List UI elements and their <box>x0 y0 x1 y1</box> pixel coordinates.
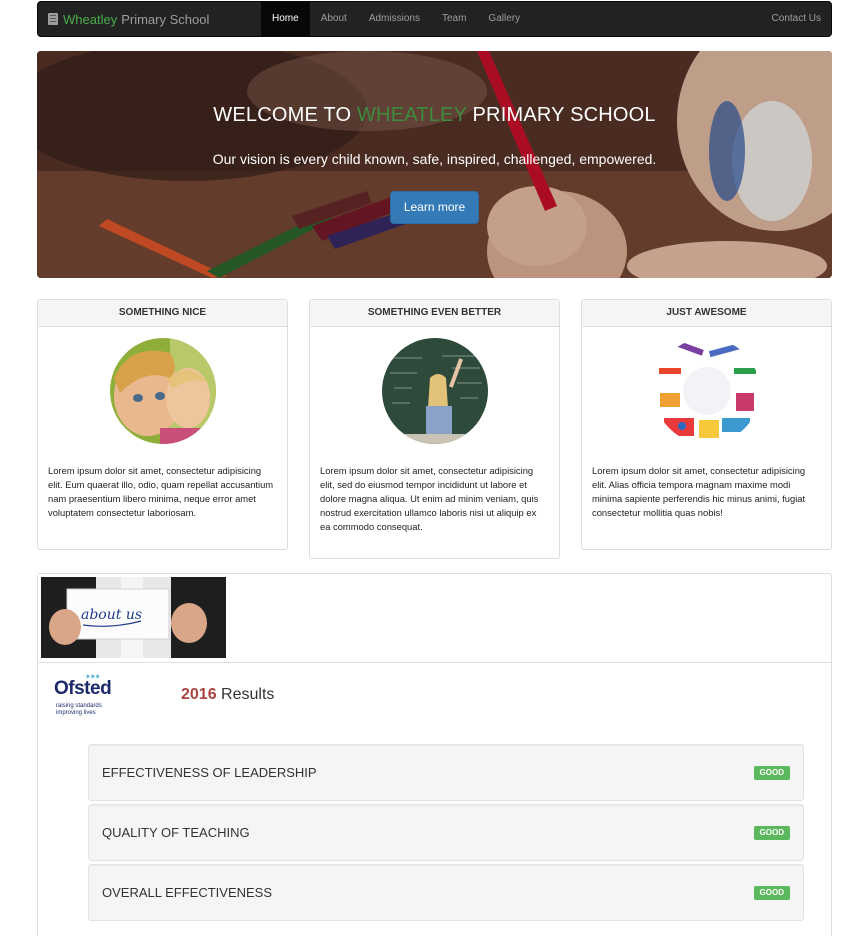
status-badge: GOOD <box>753 826 790 840</box>
child-portrait-image <box>109 338 216 444</box>
about-us-card-text: about us <box>81 607 142 623</box>
results-year: 2016 <box>181 686 217 703</box>
status-badge: GOOD <box>753 886 790 900</box>
hero-title-post: PRIMARY SCHOOL <box>472 104 656 126</box>
brand-link[interactable]: Wheatley Primary School <box>48 2 209 36</box>
panel-text: Lorem ipsum dolor sit amet, consectetur … <box>48 465 274 518</box>
result-label: OVERALL EFFECTIVENESS <box>102 885 273 900</box>
ofsted-tagline: raising standards improving lives <box>56 703 102 716</box>
about-section: about us ✶✶✶ Ofsted raising standards im… <box>37 573 832 936</box>
result-label: EFFECTIVENESS OF LEADERSHIP <box>102 765 317 780</box>
result-row: QUALITY OF TEACHING GOOD <box>88 804 804 861</box>
result-row: EFFECTIVENESS OF LEADERSHIP GOOD <box>88 744 804 801</box>
hero-title-green: WHEATLEY <box>356 104 467 126</box>
divider <box>38 662 831 663</box>
panel-text: Lorem ipsum dolor sit amet, consectetur … <box>320 465 539 532</box>
main-nav: Home About Admissions Team Gallery <box>261 2 531 36</box>
feature-panel-2: SOMETHING EVEN BETTER Lorem ipsum dolor … <box>309 299 560 559</box>
status-badge: GOOD <box>753 766 790 780</box>
art-supplies-image <box>653 338 760 444</box>
about-us-image: about us <box>41 577 226 658</box>
nav-item-gallery[interactable]: Gallery <box>477 2 531 36</box>
hero-title-pre: WELCOME TO <box>213 104 352 126</box>
nav-item-about[interactable]: About <box>310 2 358 36</box>
results-label: Results <box>221 686 275 703</box>
hero-carousel: WELCOME TO WHEATLEY PRIMARY SCHOOL Our v… <box>37 51 832 278</box>
navbar: Wheatley Primary School Home About Admis… <box>37 1 832 37</box>
nav-item-contact[interactable]: Contact Us <box>772 2 821 36</box>
panel-heading: SOMETHING EVEN BETTER <box>310 300 559 327</box>
feature-panel-1: SOMETHING NICE Lorem ipsum dolor sit ame… <box>37 299 288 550</box>
panel-heading: JUST AWESOME <box>582 300 831 327</box>
ofsted-wordmark: Ofsted <box>54 678 112 699</box>
feature-panel-3: JUST AWESOME Lorem ipsum dolor sit amet,… <box>581 299 832 550</box>
nav-item-admissions[interactable]: Admissions <box>358 2 431 36</box>
panel-heading: SOMETHING NICE <box>38 300 287 327</box>
result-label: QUALITY OF TEACHING <box>102 825 250 840</box>
chalkboard-girl-image <box>381 338 488 444</box>
hero-title: WELCOME TO WHEATLEY PRIMARY SCHOOL <box>37 104 832 127</box>
learn-more-button[interactable]: Learn more <box>390 191 479 224</box>
hero-subtitle: Our vision is every child known, safe, i… <box>212 151 657 167</box>
nav-item-home[interactable]: Home <box>261 2 310 36</box>
panel-text: Lorem ipsum dolor sit amet, consectetur … <box>592 465 806 518</box>
brand-name-green: Wheatley <box>63 11 118 27</box>
brand-name: Primary School <box>121 11 210 27</box>
book-icon <box>48 13 58 25</box>
results-title: 2016 Results <box>181 686 274 704</box>
result-row: OVERALL EFFECTIVENESS GOOD <box>88 864 804 921</box>
ofsted-logo: ✶✶✶ Ofsted raising standards improving l… <box>54 674 124 724</box>
nav-item-team[interactable]: Team <box>431 2 477 36</box>
